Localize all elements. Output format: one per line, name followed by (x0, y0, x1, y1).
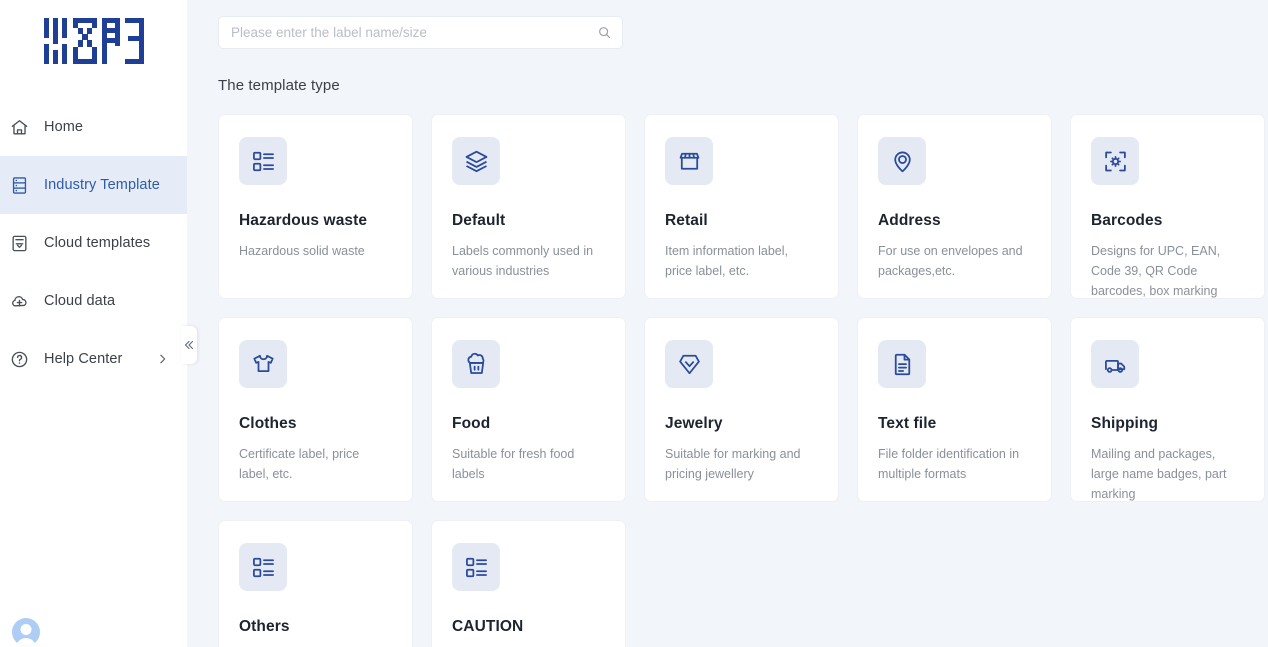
brand-logo-icon (43, 18, 144, 64)
template-card-hazardous-waste[interactable]: Hazardous waste Hazardous solid waste (218, 114, 413, 299)
sidebar-item-industry-template[interactable]: Industry Template (0, 156, 187, 214)
sidebar-item-label: Cloud templates (44, 235, 151, 251)
document-icon (878, 340, 926, 388)
location-pin-icon (878, 137, 926, 185)
search-input[interactable] (231, 25, 597, 40)
template-card-shipping[interactable]: Shipping Mailing and packages, large nam… (1070, 317, 1265, 502)
card-title: Clothes (239, 415, 297, 432)
app-root: Home Industry Template Cloud templates C… (0, 0, 1268, 647)
scan-gear-icon (1091, 137, 1139, 185)
card-description: Suitable for marking and pricing jewelle… (665, 447, 801, 481)
sidebar-item-label: Industry Template (44, 177, 160, 193)
template-card-clothes[interactable]: Clothes Certificate label, price label, … (218, 317, 413, 502)
sidebar-item-cloud-data[interactable]: Cloud data (0, 272, 187, 330)
card-description: Designs for UPC, EAN, Code 39, QR Code b… (1091, 244, 1221, 298)
sidebar-item-label: Home (44, 119, 84, 135)
cloud-data-icon (8, 290, 30, 312)
template-card-barcodes[interactable]: Barcodes Designs for UPC, EAN, Code 39, … (1070, 114, 1265, 299)
card-title: Text file (878, 415, 937, 432)
sidebar-item-home[interactable]: Home (0, 98, 187, 156)
template-card-caution[interactable]: CAUTION (431, 520, 626, 647)
template-card-text-file[interactable]: Text file File folder identification in … (857, 317, 1052, 502)
question-circle-icon (8, 348, 30, 370)
template-card-default[interactable]: Default Labels commonly used in various … (431, 114, 626, 299)
card-title: Shipping (1091, 415, 1159, 432)
cupcake-icon (452, 340, 500, 388)
truck-icon (1091, 340, 1139, 388)
template-card-jewelry[interactable]: Jewelry Suitable for marking and pricing… (644, 317, 839, 502)
sidebar: Home Industry Template Cloud templates C… (0, 0, 187, 647)
card-title: CAUTION (452, 618, 524, 635)
tshirt-icon (239, 340, 287, 388)
list-detail-icon (239, 543, 287, 591)
card-description: For use on envelopes and packages,etc. (878, 244, 1023, 278)
search-bar[interactable] (218, 16, 623, 49)
card-description: File folder identification in multiple f… (878, 447, 1020, 481)
chevron-right-icon (156, 353, 169, 366)
chevron-double-left-icon (184, 340, 194, 350)
sidebar-item-help-center[interactable]: Help Center (0, 330, 187, 388)
template-type-grid: Hazardous waste Hazardous solid waste De… (218, 114, 1268, 647)
page-title: The template type (218, 77, 340, 94)
card-title: Hazardous waste (239, 212, 368, 229)
main-content: The template type Hazardous waste Hazard… (187, 0, 1268, 647)
card-title: Jewelry (665, 415, 723, 432)
sidebar-item-label: Cloud data (44, 293, 116, 309)
shop-icon (665, 137, 713, 185)
card-title: Default (452, 212, 506, 229)
sidebar-item-label: Help Center (44, 351, 123, 367)
template-card-food[interactable]: Food Suitable for fresh food labels (431, 317, 626, 502)
card-description: Suitable for fresh food labels (452, 447, 575, 481)
layers-icon (452, 137, 500, 185)
sidebar-user[interactable] (0, 609, 187, 647)
card-title: Address (878, 212, 941, 229)
template-card-retail[interactable]: Retail Item information label, price lab… (644, 114, 839, 299)
list-detail-icon (452, 543, 500, 591)
card-title: Retail (665, 212, 708, 229)
sidebar-item-cloud-templates[interactable]: Cloud templates (0, 214, 187, 272)
sidebar-collapse-button[interactable] (181, 326, 197, 364)
card-description: Mailing and packages, large name badges,… (1091, 447, 1227, 501)
cloud-template-icon (8, 232, 30, 254)
card-title: Barcodes (1091, 212, 1163, 229)
card-description: Item information label, price label, etc… (665, 244, 788, 278)
brand-logo[interactable] (0, 0, 187, 82)
server-list-icon (8, 174, 30, 196)
sidebar-nav: Home Industry Template Cloud templates C… (0, 98, 187, 388)
card-description: Labels commonly used in various industri… (452, 244, 594, 278)
avatar (12, 618, 40, 646)
card-description: Certificate label, price label, etc. (239, 447, 360, 481)
template-card-others[interactable]: Others (218, 520, 413, 647)
card-title: Others (239, 618, 290, 635)
template-card-address[interactable]: Address For use on envelopes and package… (857, 114, 1052, 299)
card-title: Food (452, 415, 491, 432)
search-icon[interactable] (597, 25, 612, 40)
home-icon (8, 116, 30, 138)
card-description: Hazardous solid waste (239, 244, 365, 258)
list-detail-icon (239, 137, 287, 185)
gem-icon (665, 340, 713, 388)
